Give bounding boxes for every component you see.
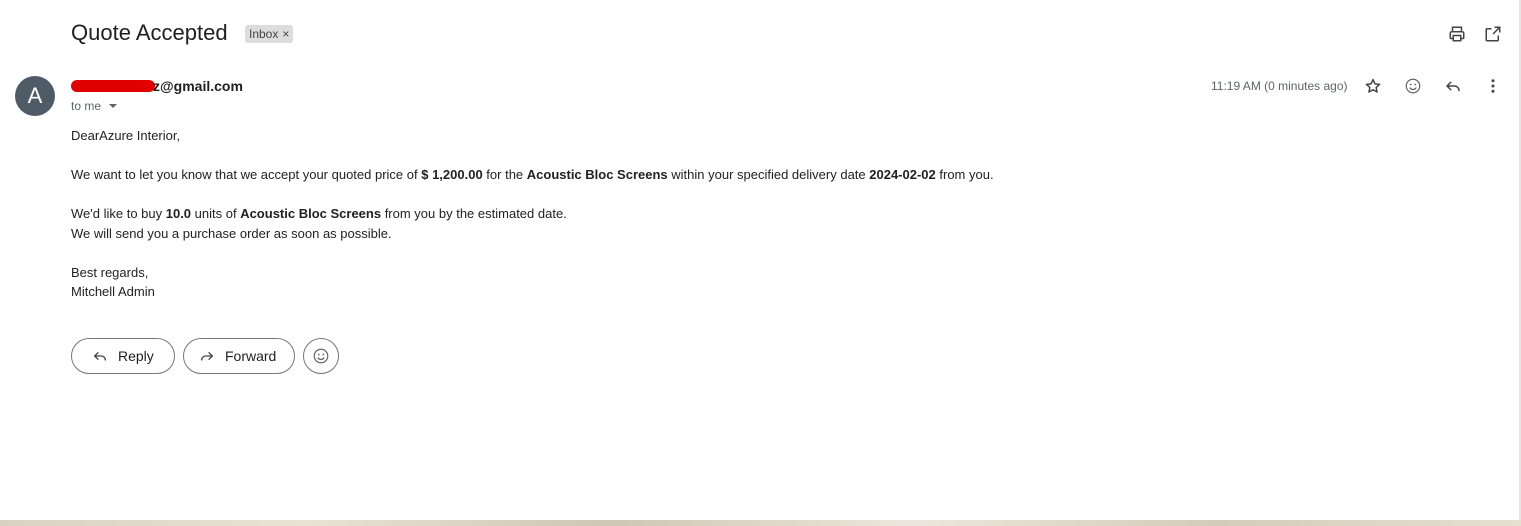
email-timestamp: 11:19 AM (0 minutes ago)	[1211, 79, 1348, 93]
emoji-icon	[1405, 78, 1421, 94]
product-name: Acoustic Bloc Screens	[526, 167, 668, 182]
recipient-details-toggle[interactable]: to me	[71, 99, 118, 113]
star-button[interactable]	[1362, 75, 1384, 97]
redaction-mark	[71, 80, 155, 92]
sender-address[interactable]: z@gmail.com	[71, 78, 243, 94]
text: units of	[191, 206, 241, 221]
purchase-order-line: We will send you a purchase order as soo…	[71, 225, 392, 241]
open-in-new-window-button[interactable]	[1482, 23, 1504, 45]
emoji-icon	[313, 348, 329, 364]
forward-label: Forward	[225, 348, 277, 364]
label-text: Inbox	[249, 27, 279, 41]
reply-icon	[1446, 81, 1460, 92]
email-view: Quote Accepted Inbox × A z@gmail.com to …	[0, 0, 1519, 520]
email-body: DearAzure Interior, We want to let you k…	[71, 126, 1271, 302]
sender-email-text: z@gmail.com	[153, 78, 243, 94]
more-options-button[interactable]	[1482, 75, 1504, 97]
signature: Mitchell Admin	[71, 284, 155, 299]
chevron-down-icon	[109, 104, 118, 108]
greeting: DearAzure Interior,	[71, 128, 181, 143]
text: for the	[482, 167, 527, 182]
quantity: 10.0	[165, 206, 192, 221]
recipient-text: to me	[71, 99, 102, 113]
acceptance-paragraph: We want to let you know that we accept y…	[71, 165, 1271, 185]
reply-button[interactable]: Reply	[71, 338, 175, 374]
emoji-reaction-button[interactable]	[303, 338, 339, 374]
open-in-new-window-icon	[1485, 26, 1501, 42]
more-vertical-icon	[1491, 79, 1495, 93]
inbox-label-chip: Inbox ×	[245, 25, 294, 43]
quantity-paragraph: We'd like to buy 10.0 units of Acoustic …	[71, 204, 1271, 224]
reply-icon-button[interactable]	[1442, 75, 1464, 97]
product-name: Acoustic Bloc Screens	[240, 206, 382, 221]
forward-icon	[201, 352, 213, 361]
reply-icon	[94, 352, 106, 361]
forward-button[interactable]: Forward	[183, 338, 295, 374]
closing: Best regards,	[71, 264, 149, 280]
desktop-background-strip	[0, 520, 1521, 526]
print-icon	[1449, 26, 1465, 42]
email-subject: Quote Accepted	[71, 20, 228, 45]
text: from you by the estimated date.	[381, 206, 567, 221]
reply-label: Reply	[118, 348, 154, 364]
text: We want to let you know that we accept y…	[71, 167, 422, 182]
quoted-price: $ 1,200.00	[421, 167, 483, 182]
add-reaction-button[interactable]	[1402, 75, 1424, 97]
remove-label-button[interactable]: ×	[282, 27, 289, 41]
text: within your specified delivery date	[667, 167, 870, 182]
text: from you.	[935, 167, 994, 182]
delivery-date: 2024-02-02	[869, 167, 936, 182]
print-button[interactable]	[1446, 23, 1468, 45]
sender-avatar[interactable]: A	[15, 76, 55, 116]
star-icon	[1365, 78, 1381, 93]
text: We'd like to buy	[71, 206, 166, 221]
